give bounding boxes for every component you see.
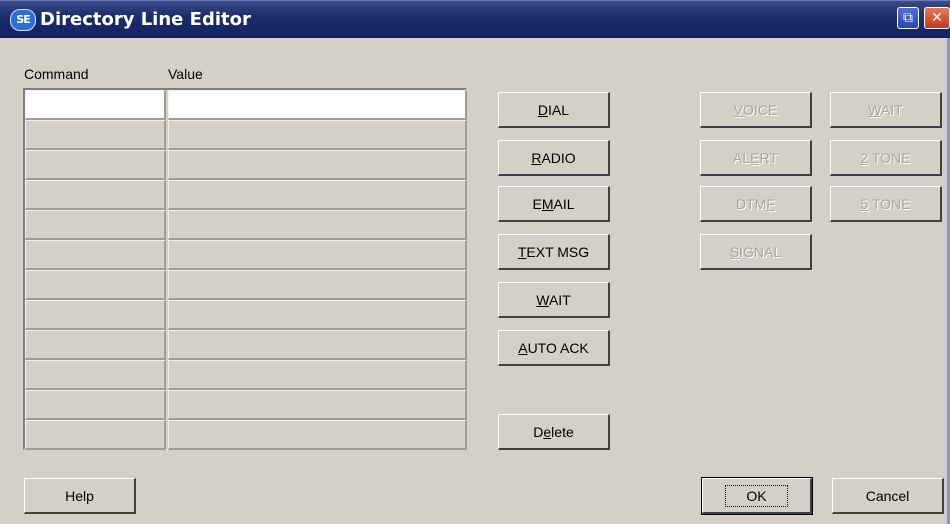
command-cell[interactable]	[25, 120, 166, 150]
signal-label: SIGNAL	[729, 243, 782, 260]
table-row[interactable]	[25, 180, 467, 210]
app-icon: SE	[10, 9, 36, 31]
two-tone-button[interactable]: 2 TONE	[830, 140, 942, 176]
voice-button[interactable]: VOICE	[700, 92, 812, 128]
table-row[interactable]	[25, 150, 467, 180]
value-cell[interactable]	[168, 120, 467, 150]
text-msg-label: TEXT MSG	[517, 243, 590, 260]
value-cell[interactable]	[168, 270, 467, 300]
wait-button[interactable]: WAIT	[498, 282, 610, 318]
command-cell[interactable]	[25, 390, 166, 420]
column-header-value: Value	[168, 66, 203, 82]
two-tone-label: 2 TONE	[860, 149, 911, 166]
alert-label: ALERT	[733, 149, 778, 166]
value-cell[interactable]	[168, 330, 467, 360]
table-row[interactable]	[25, 270, 467, 300]
title-bar: SE Directory Line Editor ⧉ ✕	[0, 0, 950, 38]
dtmf-button[interactable]: DTMF	[700, 186, 812, 222]
dtmf-label: DTMF	[736, 195, 775, 212]
table-row[interactable]	[25, 90, 467, 120]
close-window-button[interactable]: ✕	[924, 7, 950, 29]
command-cell[interactable]	[25, 270, 166, 300]
table-row[interactable]	[25, 300, 467, 330]
command-cell[interactable]	[25, 360, 166, 390]
restore-window-button[interactable]: ⧉	[897, 7, 919, 29]
command-cell[interactable]	[25, 180, 166, 210]
value-cell[interactable]	[168, 210, 467, 240]
email-label: EMAIL	[532, 195, 575, 212]
cancel-button[interactable]: Cancel	[832, 478, 944, 514]
auto-ack-button[interactable]: AUTO ACK	[498, 330, 610, 366]
help-button[interactable]: Help	[24, 478, 136, 514]
command-cell[interactable]	[25, 420, 166, 450]
alert-button[interactable]: ALERT	[700, 140, 812, 176]
text-msg-button[interactable]: TEXT MSG	[498, 234, 610, 270]
ok-label: OK	[725, 484, 788, 507]
voice-label: VOICE	[733, 101, 778, 118]
delete-button[interactable]: Delete	[498, 414, 610, 450]
table-row[interactable]	[25, 360, 467, 390]
command-cell[interactable]	[25, 210, 166, 240]
value-cell[interactable]	[168, 360, 467, 390]
dial-label: DIAL	[537, 101, 570, 118]
command-cell[interactable]	[25, 90, 166, 120]
radio-label: RADIO	[531, 149, 576, 166]
value-cell[interactable]	[168, 180, 467, 210]
signal-button[interactable]: SIGNAL	[700, 234, 812, 270]
cancel-label: Cancel	[865, 487, 910, 504]
wait-tone-label: WAIT	[868, 101, 903, 118]
window-title: Directory Line Editor	[40, 9, 251, 30]
command-cell[interactable]	[25, 150, 166, 180]
table-row[interactable]	[25, 210, 467, 240]
auto-ack-label: AUTO ACK	[518, 339, 589, 356]
value-cell[interactable]	[168, 150, 467, 180]
restore-icon: ⧉	[903, 10, 913, 26]
command-value-grid	[23, 88, 467, 450]
value-cell[interactable]	[168, 390, 467, 420]
help-label: Help	[65, 487, 94, 504]
email-button[interactable]: EMAIL	[498, 186, 610, 222]
value-cell[interactable]	[168, 300, 467, 330]
ok-button[interactable]: OK	[701, 477, 813, 515]
table-row[interactable]	[25, 240, 467, 270]
close-icon: ✕	[931, 10, 943, 26]
radio-button[interactable]: RADIO	[498, 140, 610, 176]
wait-tone-button[interactable]: WAIT	[830, 92, 942, 128]
value-cell[interactable]	[168, 90, 467, 120]
five-tone-button[interactable]: 5 TONE	[830, 186, 942, 222]
table-row[interactable]	[25, 390, 467, 420]
value-cell[interactable]	[168, 240, 467, 270]
wait-label: WAIT	[536, 291, 571, 308]
table-row[interactable]	[25, 420, 467, 450]
column-header-command: Command	[24, 66, 89, 82]
table-row[interactable]	[25, 330, 467, 360]
value-cell[interactable]	[168, 420, 467, 450]
delete-label: Delete	[533, 423, 574, 440]
command-cell[interactable]	[25, 300, 166, 330]
dial-button[interactable]: DIAL	[498, 92, 610, 128]
five-tone-label: 5 TONE	[860, 195, 911, 212]
table-row[interactable]	[25, 120, 467, 150]
command-cell[interactable]	[25, 240, 166, 270]
command-cell[interactable]	[25, 330, 166, 360]
